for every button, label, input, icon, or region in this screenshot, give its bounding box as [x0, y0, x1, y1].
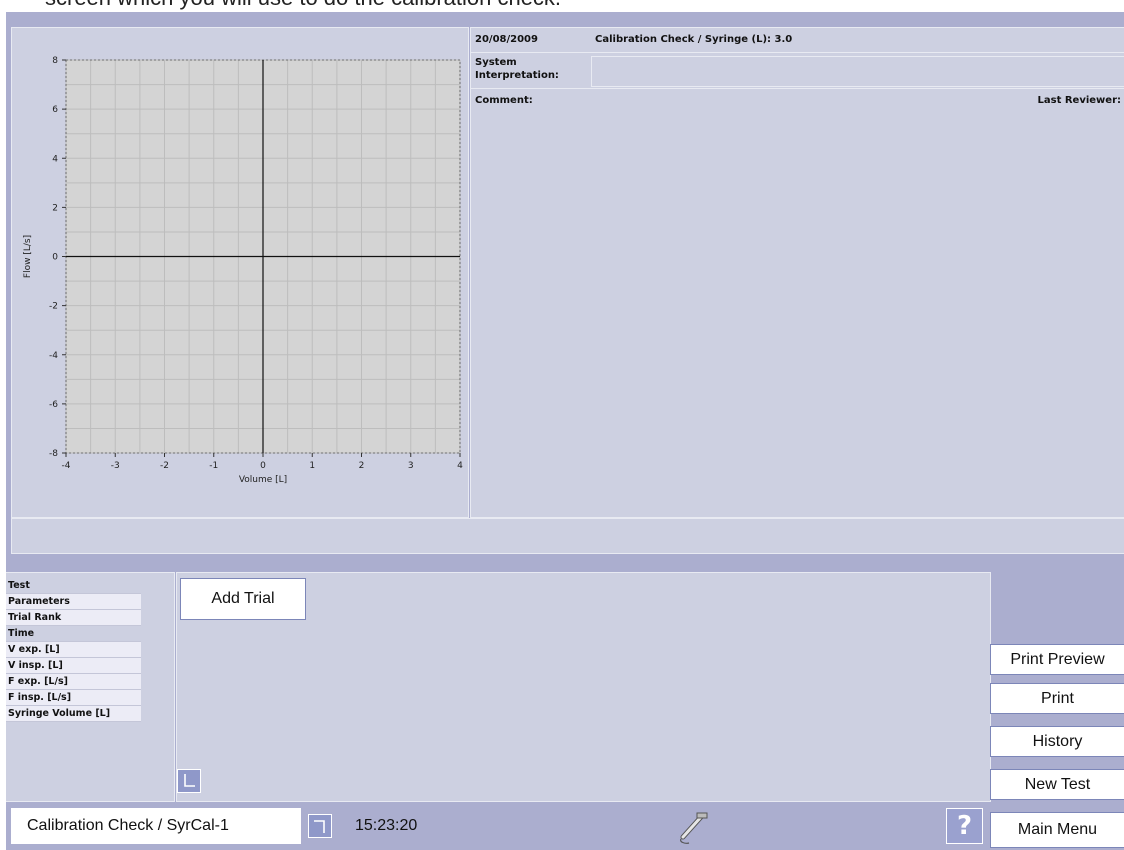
param-row-f-exp: F exp. [L/s] [6, 674, 141, 690]
corner-arrow-icon[interactable] [308, 814, 332, 838]
main-menu-button[interactable]: Main Menu [990, 812, 1124, 848]
x-tick-label: -3 [111, 461, 120, 471]
y-tick-label: 0 [52, 253, 58, 263]
y-tick-label: 2 [52, 203, 58, 213]
y-tick-label: -4 [49, 351, 58, 361]
caption-text: screen which you will use to do the cali… [0, 0, 1124, 12]
y-tick-label: 8 [52, 56, 58, 66]
spirometer-device-icon[interactable] [675, 810, 711, 850]
test-name-field[interactable]: Calibration Check / SyrCal-1 [11, 808, 301, 844]
parameters-panel: Test Parameters Trial Rank Time V exp. [… [6, 572, 175, 802]
interpretation-label: Interpretation: [475, 70, 559, 81]
comment-area[interactable] [471, 108, 1124, 516]
flow-volume-chart-panel: 8 6 4 2 0 -2 -4 -6 -8 -4 -3 -2 -1 0 1 2 3 4 Volume [L] Flow… [11, 27, 469, 518]
y-tick-label: -2 [49, 302, 58, 312]
trials-panel: Add Trial [176, 572, 991, 802]
app-window: 8 6 4 2 0 -2 -4 -6 -8 -4 -3 -2 -1 0 1 2 3 4 Volume [L] Flow… [6, 12, 1124, 850]
history-button[interactable]: History [990, 726, 1124, 757]
test-header-row: 20/08/2009 Calibration Check / Syringe (… [471, 28, 1124, 53]
print-button[interactable]: Print [990, 683, 1124, 714]
x-tick-label: -1 [209, 461, 218, 471]
y-tick-label: 6 [52, 105, 58, 115]
x-tick-label: -4 [62, 461, 71, 471]
x-tick-label: 0 [260, 461, 266, 471]
param-row-time: Time [6, 626, 141, 642]
y-tick-label: -6 [49, 400, 58, 410]
param-row-trial-rank: Trial Rank [6, 610, 141, 626]
test-info-panel: 20/08/2009 Calibration Check / Syringe (… [470, 27, 1124, 518]
system-interpretation-field [591, 56, 1124, 87]
help-icon[interactable]: ? [946, 808, 983, 844]
add-trial-button[interactable]: Add Trial [180, 578, 306, 620]
comment-label: Comment: [475, 95, 533, 106]
parameters-table: Test Parameters Trial Rank Time V exp. [… [6, 578, 141, 722]
y-tick-label: 4 [52, 154, 58, 164]
param-row-syringe-volume: Syringe Volume [L] [6, 706, 141, 722]
param-row-v-insp: V insp. [L] [6, 658, 141, 674]
param-row-v-exp: V exp. [L] [6, 642, 141, 658]
print-preview-button[interactable]: Print Preview [990, 644, 1124, 675]
param-row-test: Test [6, 578, 141, 594]
status-strip [11, 518, 1124, 554]
interpretation-row: System Interpretation: [471, 53, 1124, 89]
x-tick-label: -2 [160, 461, 169, 471]
y-tick-label: -8 [49, 449, 58, 459]
param-row-f-insp: F insp. [L/s] [6, 690, 141, 706]
corner-arrow-icon[interactable] [177, 769, 201, 793]
last-reviewer-label: Last Reviewer: [1037, 95, 1122, 106]
x-tick-label: 2 [359, 461, 365, 471]
caption-label: screen which you will use to do the cali… [45, 0, 561, 11]
param-row-parameters: Parameters [6, 594, 141, 610]
flow-volume-chart: 8 6 4 2 0 -2 -4 -6 -8 -4 -3 -2 -1 0 1 2 3 4 Volume [L] Flow… [23, 56, 463, 485]
test-date: 20/08/2009 [475, 34, 538, 45]
new-test-button[interactable]: New Test [990, 769, 1124, 800]
x-axis-label: Volume [L] [239, 475, 287, 485]
x-tick-label: 3 [408, 461, 414, 471]
clock-time: 15:23:20 [355, 817, 418, 834]
test-title: Calibration Check / Syringe (L): 3.0 [595, 34, 793, 45]
y-axis-label: Flow [L/s] [23, 235, 33, 278]
x-tick-label: 4 [457, 461, 463, 471]
system-label: System [475, 57, 517, 68]
x-tick-label: 1 [309, 461, 315, 471]
